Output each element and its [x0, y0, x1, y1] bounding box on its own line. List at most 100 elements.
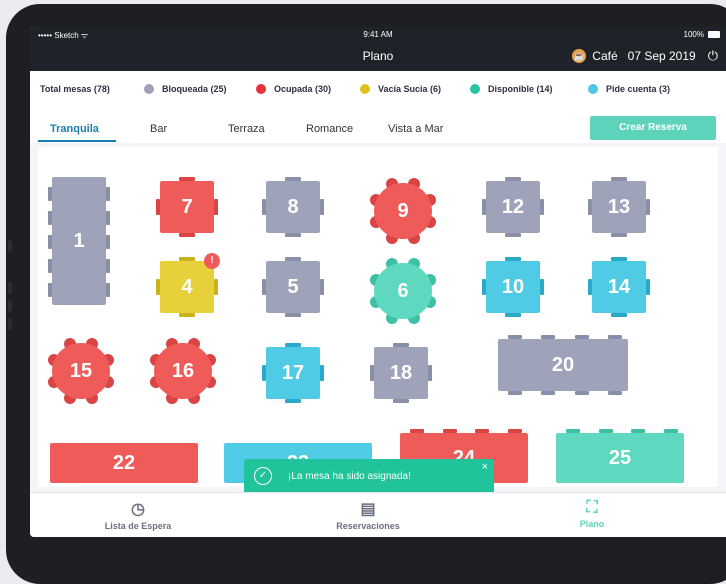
chair — [285, 399, 301, 403]
chair — [106, 235, 110, 249]
date-label[interactable]: 07 Sep 2019 — [628, 49, 696, 63]
table-9[interactable]: 9 — [374, 183, 432, 239]
chair — [285, 313, 301, 317]
nav-bar: Plano ☕ Café 07 Sep 2019 ⏻ — [30, 43, 726, 71]
table-number: 12 — [501, 195, 525, 218]
power-icon[interactable]: ⏻ — [708, 48, 718, 64]
table-8[interactable]: 8 — [266, 181, 320, 233]
table-number: 4 — [181, 275, 193, 298]
chair — [574, 391, 589, 395]
chair — [214, 279, 218, 295]
table-1[interactable]: 1 — [52, 177, 106, 305]
table-10[interactable]: 10 — [486, 261, 540, 313]
nav-lista-de-espera[interactable]: ◷ Lista de Espera — [68, 499, 208, 531]
table-number: 14 — [607, 275, 631, 298]
table-20[interactable]: 20 — [498, 339, 628, 391]
table-number: 9 — [397, 199, 409, 222]
chair — [505, 313, 521, 317]
assignment-toast: ✓ ¡La mesa ha sido asignada! × — [244, 459, 494, 495]
table-number: 22 — [112, 451, 136, 474]
chair — [106, 259, 110, 273]
table-number: 17 — [281, 361, 305, 384]
tab-tranquila[interactable]: Tranquila — [50, 123, 99, 135]
legend-available: Disponible (14) — [470, 84, 553, 94]
battery-icon — [708, 31, 720, 38]
table-number: 25 — [608, 446, 632, 469]
status-dot — [470, 84, 480, 94]
legend-occupied: Ocupada (30) — [256, 84, 331, 94]
active-tab-indicator — [38, 140, 116, 142]
chair — [320, 199, 324, 215]
tab-vista-a-mar[interactable]: Vista a Mar — [388, 123, 443, 135]
floor-plan: 14!5678910121314151617182022232425 — [38, 147, 718, 487]
toast-message: ¡La mesa ha sido asignada! — [288, 471, 411, 482]
chair — [214, 199, 218, 215]
table-13[interactable]: 13 — [592, 181, 646, 233]
clipboard-icon: ▤ — [360, 501, 376, 518]
table-number: 13 — [607, 195, 631, 218]
chair — [608, 391, 622, 395]
side-button — [8, 300, 12, 312]
chair — [285, 233, 301, 237]
table-number: 1 — [73, 229, 85, 252]
chair — [393, 399, 409, 403]
zone-tabs: Tranquila Bar Terraza Romance Vista a Ma… — [30, 109, 726, 143]
status-legend: Total mesas (78) Bloqueada (25) Ocupada … — [30, 71, 726, 110]
toast-close-button[interactable]: × — [482, 461, 488, 473]
legend-total: Total mesas (78) — [40, 84, 110, 94]
chair — [106, 211, 110, 225]
clock-icon: ◷ — [131, 501, 145, 518]
create-reservation-button[interactable]: Crear Reserva — [590, 116, 716, 140]
table-15[interactable]: 15 — [52, 343, 110, 399]
table-16[interactable]: 16 — [154, 343, 212, 399]
chair — [541, 391, 556, 395]
clock: 9:41 AM — [363, 30, 393, 39]
table-17[interactable]: 17 — [266, 347, 320, 399]
nav-plano[interactable]: ⛶ Plano — [522, 499, 662, 529]
battery-percent: 100% — [683, 30, 704, 39]
tab-terraza[interactable]: Terraza — [228, 123, 265, 135]
side-button — [8, 282, 12, 294]
table-4[interactable]: 4 — [160, 261, 214, 313]
table-number: 5 — [287, 275, 299, 298]
legend-blocked: Bloqueada (25) — [144, 84, 227, 94]
table-number: 15 — [69, 359, 93, 382]
bottom-nav: ◷ Lista de Espera ▤ Reservaciones ⛶ Plan… — [30, 492, 726, 537]
tab-bar[interactable]: Bar — [150, 123, 167, 135]
table-number: 20 — [551, 353, 575, 376]
alert-badge[interactable]: ! — [204, 253, 220, 269]
chair — [179, 313, 195, 317]
table-5[interactable]: 5 — [266, 261, 320, 313]
chair — [540, 279, 544, 295]
map-icon: ⛶ — [586, 499, 598, 516]
table-number: 16 — [171, 359, 195, 382]
table-14[interactable]: 14 — [592, 261, 646, 313]
side-button — [8, 318, 12, 330]
status-dot — [144, 84, 154, 94]
table-7[interactable]: 7 — [160, 181, 214, 233]
table-number: 8 — [287, 195, 299, 218]
chair — [611, 313, 627, 317]
table-number: 18 — [389, 361, 413, 384]
nav-reservaciones[interactable]: ▤ Reservaciones — [298, 499, 438, 531]
table-number: 10 — [501, 275, 525, 298]
chair — [611, 233, 627, 237]
chair — [428, 365, 432, 381]
table-12[interactable]: 12 — [486, 181, 540, 233]
side-button — [8, 240, 12, 252]
coffee-icon: ☕ — [572, 49, 587, 63]
chair — [320, 365, 324, 381]
table-22[interactable]: 22 — [50, 443, 198, 483]
table-number: 7 — [181, 195, 193, 218]
table-18[interactable]: 18 — [374, 347, 428, 399]
table-6[interactable]: 6 — [374, 263, 432, 319]
check-circle-icon: ✓ — [254, 467, 272, 485]
chair — [508, 391, 522, 395]
venue-name[interactable]: Café — [592, 49, 617, 63]
table-25[interactable]: 25 — [556, 433, 684, 483]
chair — [106, 187, 110, 201]
tab-romance[interactable]: Romance — [306, 123, 353, 135]
legend-dirty: Vacía Sucia (6) — [360, 84, 441, 94]
status-dot — [360, 84, 370, 94]
legend-check: Pide cuenta (3) — [588, 84, 670, 94]
